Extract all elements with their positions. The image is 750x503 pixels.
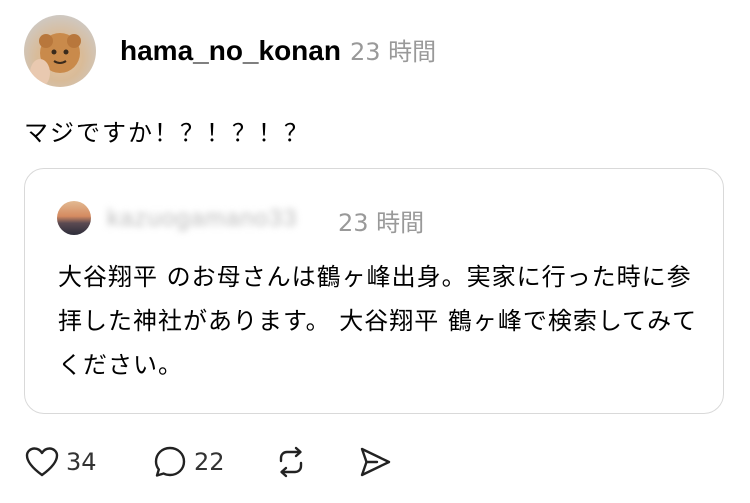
avatar-image (30, 33, 81, 87)
repost-button[interactable] (273, 440, 309, 484)
repost-icon (273, 444, 309, 480)
comment-button[interactable]: 22 (152, 440, 225, 484)
comment-count: 22 (194, 448, 225, 476)
post-header: hama_no_konan 23 時間 (120, 32, 436, 72)
heart-icon (24, 444, 60, 480)
share-icon (357, 444, 393, 480)
quoted-avatar[interactable] (57, 201, 91, 235)
quoted-timestamp: 23 時間 (338, 209, 425, 237)
quoted-username[interactable]: kazuogamano33 (107, 205, 297, 233)
quoted-post-card[interactable]: kazuogamano33 23 時間 大谷翔平 のお母さんは鶴ヶ峰出身。実家に… (24, 168, 724, 414)
post-timestamp: 23 時間 (349, 38, 437, 66)
post-text: マジですか！？！？！？ (24, 119, 310, 147)
quoted-post-text: 大谷翔平 のお母さんは鶴ヶ峰出身。実家に行った時に参拝した神社があります。 大谷… (58, 263, 698, 379)
like-count: 34 (66, 448, 97, 476)
avatar[interactable] (24, 15, 96, 87)
share-button[interactable] (357, 440, 393, 484)
comment-icon (152, 444, 188, 480)
username[interactable]: hama_no_konan (120, 35, 341, 67)
like-button[interactable]: 34 (24, 440, 97, 484)
